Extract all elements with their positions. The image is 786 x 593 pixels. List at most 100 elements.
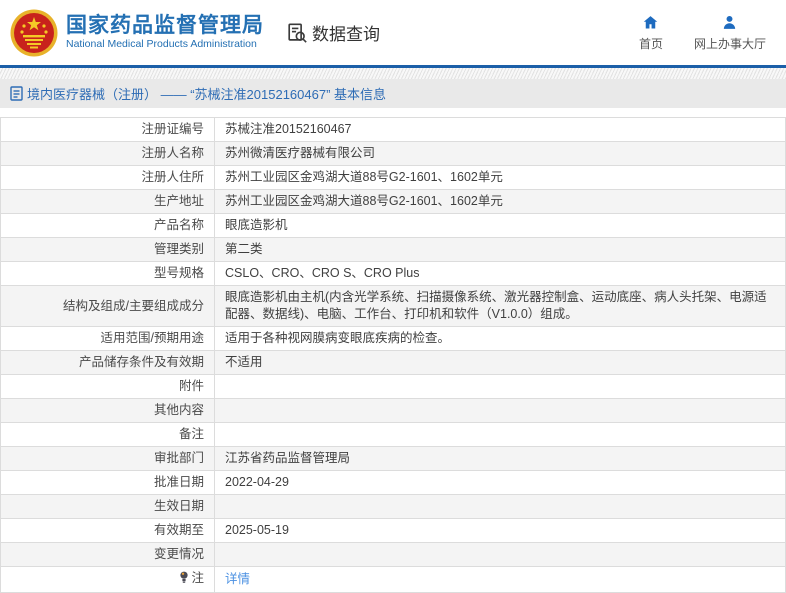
row-value: 不适用 bbox=[214, 350, 786, 375]
row-label-text: 审批部门 bbox=[153, 451, 204, 465]
row-value: 苏州工业园区金鸡湖大道88号G2-1601、1602单元 bbox=[214, 189, 786, 214]
row-label-text: 注册证编号 bbox=[141, 122, 204, 136]
row-label: 附件 bbox=[0, 374, 215, 399]
row-label: 产品名称 bbox=[0, 213, 215, 238]
row-label-text: 生效日期 bbox=[153, 499, 204, 513]
person-icon bbox=[724, 15, 736, 29]
home-icon bbox=[644, 15, 658, 29]
row-label: 变更情况 bbox=[0, 542, 215, 567]
row-label-text: 其他内容 bbox=[153, 403, 204, 417]
table-row: 批准日期 2022-04-29 bbox=[0, 470, 786, 495]
data-query-tab[interactable]: 数据查询 bbox=[286, 20, 380, 45]
site-header: 国家药品监督管理局 National Medical Products Admi… bbox=[0, 0, 786, 68]
row-label: 有效期至 bbox=[0, 518, 215, 543]
national-emblem-icon bbox=[10, 9, 58, 56]
table-row: 附件 bbox=[0, 374, 786, 399]
nav-item-service-hall[interactable]: 网上办事大厅 bbox=[694, 14, 766, 52]
row-value bbox=[214, 494, 786, 519]
nmpa-logo[interactable]: 国家药品监督管理局 National Medical Products Admi… bbox=[10, 9, 264, 57]
row-label: 产品储存条件及有效期 bbox=[0, 350, 215, 375]
row-value bbox=[214, 542, 786, 567]
row-value bbox=[214, 398, 786, 423]
table-row: 产品名称 眼底造影机 bbox=[0, 213, 786, 238]
row-value: 眼底造影机由主机(内含光学系统、扫描摄像系统、激光器控制盒、运动底座、病人头托架… bbox=[214, 285, 786, 327]
row-label-text: 注册人名称 bbox=[141, 146, 204, 160]
page-title: 境内医疗器械（注册） —— “苏械注准20152160467” 基本信息 bbox=[27, 87, 387, 102]
data-query-label: 数据查询 bbox=[312, 25, 380, 44]
row-value: 适用于各种视网膜病变眼底疾病的检查。 bbox=[214, 326, 786, 351]
row-label: 其他内容 bbox=[0, 398, 215, 423]
row-value: 江苏省药品监督管理局 bbox=[214, 446, 786, 471]
row-label: 结构及组成/主要组成成分 bbox=[0, 285, 215, 327]
document-search-icon bbox=[288, 22, 307, 43]
registration-detail-table: 注册证编号 苏械注准20152160467 注册人名称 苏州微清医疗器械有限公司注册人… bbox=[0, 117, 786, 593]
table-row: 其他内容 bbox=[0, 398, 786, 423]
row-value bbox=[214, 374, 786, 399]
row-value: 2022-04-29 bbox=[214, 470, 786, 495]
row-value: 眼底造影机 bbox=[214, 213, 786, 238]
nav-item-label: 网上办事大厅 bbox=[693, 36, 766, 51]
row-label-text: 产品名称 bbox=[153, 218, 204, 232]
row-label-text: 生产地址 bbox=[153, 194, 204, 208]
row-label-text: 附件 bbox=[178, 379, 204, 393]
row-label: 生效日期 bbox=[0, 494, 215, 519]
row-value-text: 眼底造影机 bbox=[225, 218, 288, 232]
hatch-divider bbox=[0, 68, 786, 79]
org-name-en: National Medical Products Administration bbox=[66, 38, 257, 50]
row-value-text: 苏州工业园区金鸡湖大道88号G2-1601、1602单元 bbox=[225, 194, 503, 208]
row-value-text: CSLO、CRO、CRO S、CRO Plus bbox=[225, 266, 420, 280]
row-label: 生产地址 bbox=[0, 189, 215, 214]
header-nav: 首页 网上办事大厅 bbox=[634, 14, 772, 52]
breadcrumb-bar: 境内医疗器械（注册） —— “苏械注准20152160467” 基本信息 bbox=[0, 79, 786, 108]
row-label: 备注 bbox=[0, 422, 215, 447]
row-value-text: 第二类 bbox=[225, 242, 263, 256]
row-value: 详情 bbox=[214, 566, 786, 593]
table-row: 注册证编号 苏械注准20152160467 bbox=[0, 117, 786, 142]
nav-item-home[interactable]: 首页 bbox=[634, 14, 668, 52]
table-row: 管理类别 第二类 bbox=[0, 237, 786, 262]
table-row: 生产地址 苏州工业园区金鸡湖大道88号G2-1601、1602单元 bbox=[0, 189, 786, 214]
row-label: 适用范围/预期用途 bbox=[0, 326, 215, 351]
row-label-text: 注册人住所 bbox=[141, 170, 204, 184]
org-names: 国家药品监督管理局 National Medical Products Admi… bbox=[66, 14, 264, 51]
row-value-text: 江苏省药品监督管理局 bbox=[225, 451, 351, 465]
table-row: 审批部门 江苏省药品监督管理局 bbox=[0, 446, 786, 471]
row-label: 注 bbox=[0, 566, 215, 593]
table-row: 注 详情 bbox=[0, 566, 786, 593]
row-value-text: 2022-04-29 bbox=[225, 475, 289, 489]
row-value-text: 眼底造影机由主机(内含光学系统、扫描摄像系统、激光器控制盒、运动底座、病人头托架… bbox=[225, 290, 767, 321]
table-row: 有效期至 2025-05-19 bbox=[0, 518, 786, 543]
row-label-text: 管理类别 bbox=[153, 242, 204, 256]
row-value: 2025-05-19 bbox=[214, 518, 786, 543]
row-label-text: 变更情况 bbox=[153, 547, 204, 561]
row-value: CSLO、CRO、CRO S、CRO Plus bbox=[214, 261, 786, 286]
org-name-zh: 国家药品监督管理局 bbox=[66, 14, 264, 37]
row-value-text: 苏州微清医疗器械有限公司 bbox=[225, 146, 376, 160]
table-row: 备注 bbox=[0, 422, 786, 447]
nav-item-label: 首页 bbox=[638, 36, 663, 51]
row-label: 注册人名称 bbox=[0, 141, 215, 166]
row-label-text: 结构及组成/主要组成成分 bbox=[63, 298, 204, 313]
row-value: 苏械注准20152160467 bbox=[214, 117, 786, 142]
row-value-text: 苏械注准20152160467 bbox=[225, 122, 352, 136]
table-row: 结构及组成/主要组成成分 眼底造影机由主机(内含光学系统、扫描摄像系统、激光器控制… bbox=[0, 285, 786, 327]
table-row: 型号规格 CSLO、CRO、CRO S、CRO Plus bbox=[0, 261, 786, 286]
detail-link[interactable]: 详情 bbox=[225, 572, 250, 586]
document-icon bbox=[10, 86, 23, 101]
row-label-text: 型号规格 bbox=[153, 266, 204, 280]
row-label-text: 适用范围/预期用途 bbox=[100, 331, 204, 345]
row-label: 型号规格 bbox=[0, 261, 215, 286]
row-label-text: 备注 bbox=[178, 427, 204, 441]
row-value: 第二类 bbox=[214, 237, 786, 262]
row-label: 批准日期 bbox=[0, 470, 215, 495]
table-row: 变更情况 bbox=[0, 542, 786, 567]
table-row: 生效日期 bbox=[0, 494, 786, 519]
row-value-text: 苏州工业园区金鸡湖大道88号G2-1601、1602单元 bbox=[225, 170, 503, 184]
row-value: 苏州工业园区金鸡湖大道88号G2-1601、1602单元 bbox=[214, 165, 786, 190]
row-label: 审批部门 bbox=[0, 446, 215, 471]
row-label-text: 批准日期 bbox=[153, 475, 204, 489]
row-value-text: 2025-05-19 bbox=[225, 523, 289, 537]
table-row: 产品储存条件及有效期 不适用 bbox=[0, 350, 786, 375]
row-value-text: 不适用 bbox=[225, 355, 263, 369]
bulb-icon bbox=[179, 571, 189, 589]
